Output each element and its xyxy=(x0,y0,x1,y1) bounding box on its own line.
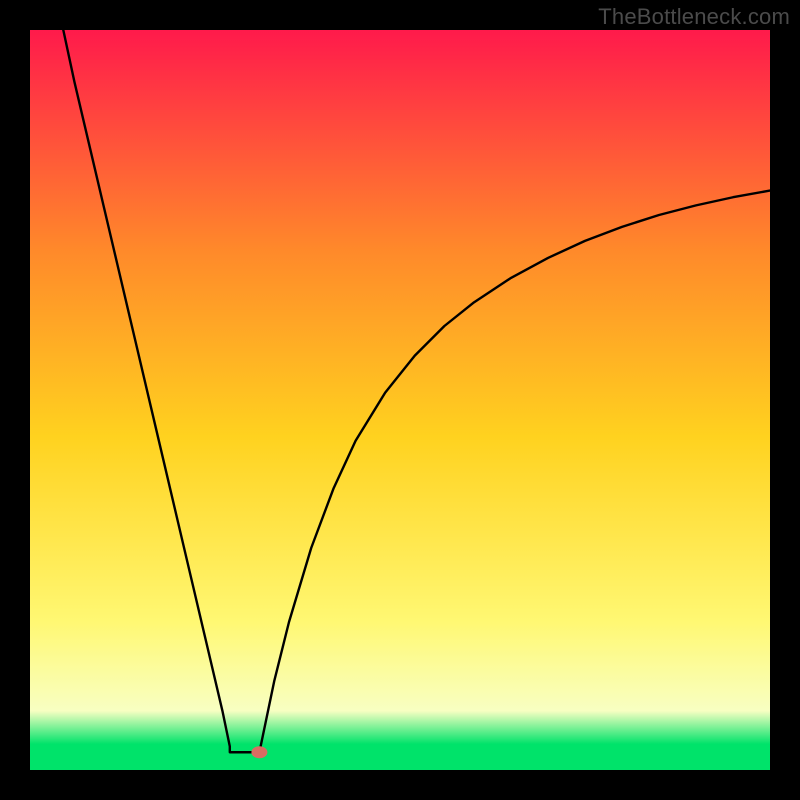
chart-svg xyxy=(30,30,770,770)
watermark-text: TheBottleneck.com xyxy=(598,4,790,30)
gradient-background xyxy=(30,30,770,770)
plot-area xyxy=(30,30,770,770)
chart-container: TheBottleneck.com xyxy=(0,0,800,800)
optimum-marker xyxy=(251,746,267,758)
